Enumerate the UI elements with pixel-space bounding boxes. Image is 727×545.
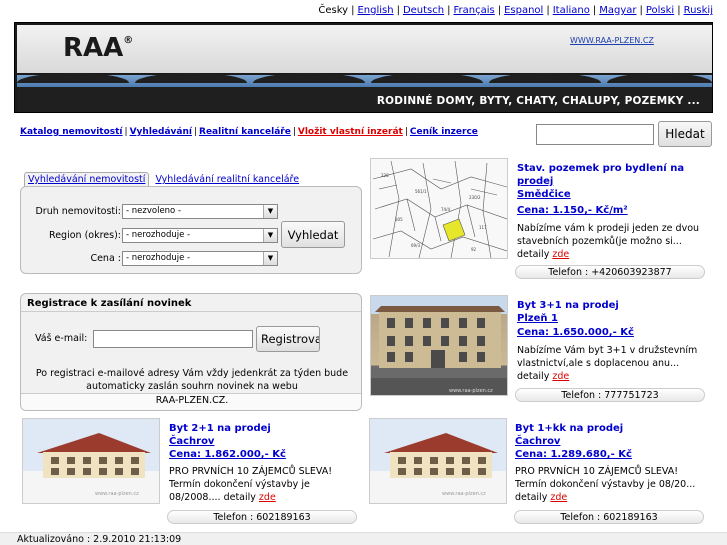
search-tabs: Vyhledávání nemovitostí Vyhledávání real… bbox=[24, 172, 302, 187]
cadastral-map-icon: 228 561/1 230/2 305 74/4 117 69/3 92 bbox=[371, 159, 507, 258]
svg-text:74/4: 74/4 bbox=[441, 207, 450, 212]
listing-phone: Telefon : +420603923877 bbox=[515, 265, 705, 279]
email-field[interactable] bbox=[93, 330, 253, 348]
tab-property-search[interactable]: Vyhledávání nemovitostí bbox=[24, 172, 150, 187]
language-bar: Česky | English | Deutsch | Français | Espanol | I… bbox=[318, 5, 713, 16]
banner-slogan: RODINNÉ DOMY, BYTY, CHATY, CHALUPY, POZE… bbox=[376, 95, 700, 107]
find-button[interactable]: Vyhledat bbox=[281, 221, 345, 248]
nav-search[interactable]: Vyhledávání bbox=[130, 127, 192, 137]
newsletter-info: Po registraci e-mailové adresy Vám vždy … bbox=[35, 368, 349, 392]
email-label: Váš e-mail: bbox=[35, 333, 88, 344]
price-label: Cena : bbox=[90, 253, 121, 264]
detail-link[interactable]: zde bbox=[552, 371, 569, 382]
listing-title[interactable]: Byt 2+1 na prodej Čachrov bbox=[169, 422, 271, 448]
banner-url-link[interactable]: WWW.RAA-PLZEN.CZ bbox=[570, 36, 654, 45]
lang-espanol[interactable]: Espanol bbox=[504, 5, 543, 16]
lang-deutsch[interactable]: Deutsch bbox=[403, 5, 444, 16]
lang-italiano[interactable]: Italiano bbox=[553, 5, 590, 16]
building-photo-icon: www.raa-plzen.cz bbox=[371, 296, 507, 395]
svg-text:117: 117 bbox=[479, 225, 487, 230]
lang-english[interactable]: English bbox=[357, 5, 393, 16]
listing-price[interactable]: Cena: 1.862.000,- Kč bbox=[169, 449, 286, 460]
listing-description: Nabízíme vám k prodeji jeden ze dvou sta… bbox=[517, 223, 700, 260]
property-type-select[interactable]: - nezvoleno - ▼ bbox=[122, 204, 278, 219]
nav-add-listing[interactable]: Vložit vlastní inzerát bbox=[298, 127, 403, 137]
listing-title[interactable]: Byt 3+1 na prodej Plzeň 1 bbox=[517, 299, 619, 325]
chevron-down-icon: ▼ bbox=[263, 229, 277, 242]
listing-price[interactable]: Cena: 1.289.680,- Kč bbox=[515, 449, 632, 460]
site-logo[interactable]: RAA® bbox=[63, 33, 133, 63]
site-search-button[interactable]: Hledat bbox=[658, 121, 712, 147]
newsletter-panel: Registrace k zasílání novinek Váš e-mail… bbox=[20, 293, 362, 411]
svg-text:92: 92 bbox=[471, 247, 477, 252]
newsletter-title: Registrace k zasílání novinek bbox=[27, 298, 192, 309]
listing-map-image[interactable]: 228 561/1 230/2 305 74/4 117 69/3 92 bbox=[370, 158, 508, 259]
listing-photo[interactable]: www.raa-plzen.cz bbox=[369, 418, 507, 504]
svg-text:230/2: 230/2 bbox=[469, 195, 481, 200]
detail-link[interactable]: zde bbox=[259, 492, 276, 503]
main-nav: Katalog nemovitostí | Vyhledávání | Realitní… bbox=[20, 127, 478, 137]
nav-agencies[interactable]: Realitní kanceláře bbox=[199, 127, 291, 137]
lang-cesky[interactable]: Česky bbox=[318, 5, 348, 16]
nav-pricing[interactable]: Ceník inzerce bbox=[410, 127, 478, 137]
chevron-down-icon: ▼ bbox=[263, 252, 277, 265]
site-search-input[interactable] bbox=[536, 124, 654, 145]
listing-description: Nabízíme Vám byt 3+1 v družstevním vlast… bbox=[517, 345, 698, 382]
listing-price[interactable]: Cena: 1.150,- Kč/m² bbox=[517, 205, 628, 216]
header-banner: RAA® WWW.RAA-PLZEN.CZ RODINNÉ DOMY, BYTY… bbox=[14, 22, 713, 113]
house-photo-icon: www.raa-plzen.cz bbox=[23, 419, 159, 503]
divider bbox=[21, 311, 361, 312]
nav-catalog[interactable]: Katalog nemovitostí bbox=[20, 127, 123, 137]
svg-text:69/3: 69/3 bbox=[411, 243, 420, 248]
newsletter-info-site: RAA-PLZEN.CZ. bbox=[21, 393, 361, 410]
chevron-down-icon: ▼ bbox=[263, 205, 277, 218]
lang-magyar[interactable]: Magyar bbox=[599, 5, 636, 16]
listing-description: PRO PRVNÍCH 10 ZÁJEMCŮ SLEVA! Termín dok… bbox=[169, 466, 333, 503]
svg-text:561/1: 561/1 bbox=[415, 189, 427, 194]
house-photo-icon: www.raa-plzen.cz bbox=[370, 419, 506, 503]
svg-text:www.raa-plzen.cz: www.raa-plzen.cz bbox=[449, 388, 493, 394]
footer-updated: Aktualizováno : 2.9.2010 21:13:09 bbox=[0, 532, 727, 545]
svg-text:228: 228 bbox=[381, 173, 389, 178]
tab-agency-search[interactable]: Vyhledávání realitní kanceláře bbox=[152, 173, 302, 186]
listing-description: PRO PRVNÍCH 10 ZÁJEMCŮ SLEVA! Termín dok… bbox=[515, 466, 696, 503]
svg-text:www.raa-plzen.cz: www.raa-plzen.cz bbox=[95, 491, 139, 497]
detail-link[interactable]: zde bbox=[552, 249, 569, 260]
detail-link[interactable]: zde bbox=[550, 492, 567, 503]
property-type-label: Druh nemovitosti: bbox=[35, 206, 121, 217]
price-select[interactable]: - nerozhoduje - ▼ bbox=[122, 251, 278, 266]
lang-polski[interactable]: Polski bbox=[646, 5, 674, 16]
listing-photo[interactable]: www.raa-plzen.cz bbox=[370, 295, 508, 396]
listing-title[interactable]: Stav. pozemek pro bydlení na prodej Směd… bbox=[517, 162, 684, 201]
listing-phone: Telefon : 602189163 bbox=[514, 510, 704, 524]
lang-francais[interactable]: Français bbox=[453, 5, 494, 16]
listing-phone: Telefon : 602189163 bbox=[167, 510, 357, 524]
property-search-panel: Druh nemovitosti: - nezvoleno - ▼ Region … bbox=[20, 186, 362, 274]
listing-phone: Telefon : 777751723 bbox=[515, 388, 705, 402]
listing-title[interactable]: Byt 1+kk na prodej Čachrov bbox=[515, 422, 623, 448]
listing-price[interactable]: Cena: 1.650.000,- Kč bbox=[517, 327, 634, 338]
register-button[interactable]: Registrovat bbox=[256, 326, 320, 352]
region-label: Region (okres): bbox=[49, 230, 121, 241]
svg-text:305: 305 bbox=[395, 217, 403, 222]
svg-text:www.raa-plzen.cz: www.raa-plzen.cz bbox=[442, 491, 486, 497]
lang-ruskij[interactable]: Ruskij bbox=[684, 5, 713, 16]
listing-photo[interactable]: www.raa-plzen.cz bbox=[22, 418, 160, 504]
region-select[interactable]: - nerozhoduje - ▼ bbox=[122, 228, 278, 243]
